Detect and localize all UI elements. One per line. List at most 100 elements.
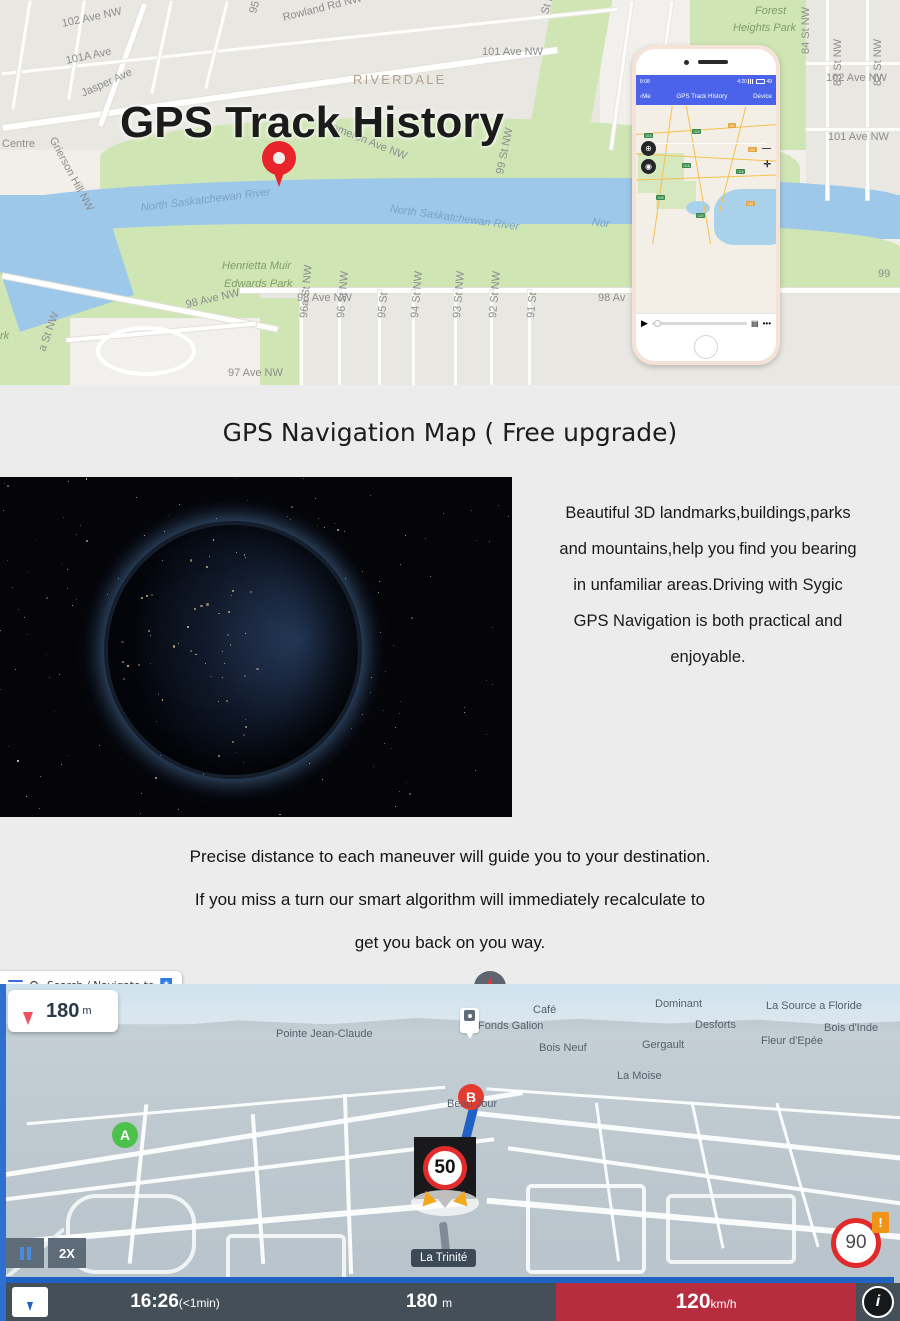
warning-exclamation-icon: ! (872, 1212, 889, 1233)
map-label: rk (0, 330, 10, 342)
status-secondary-time: 4:20 (737, 78, 747, 85)
speed-warning-sign: 90 ! (831, 1212, 889, 1268)
phone-map-view[interactable]: G15 G25 S11 S22 G18 G16 G45 S33 G20 ⊕ ◉ … (636, 105, 776, 313)
play-icon[interactable]: ▶ (641, 318, 648, 329)
nav-map-label: Fleur d'Epée (761, 1035, 824, 1047)
pause-icon[interactable] (6, 1238, 44, 1268)
battery-percent: 49 (766, 78, 772, 85)
map-label: Henrietta Muir (222, 260, 292, 272)
phone-device-button[interactable]: Device (753, 93, 772, 100)
calendar-icon[interactable]: ▤ (751, 319, 759, 328)
page-title: GPS Track History (120, 98, 504, 147)
nav-map-label: Bois Neuf (539, 1042, 587, 1054)
map-label: 101 Ave NW (828, 131, 889, 143)
phone-back-button[interactable]: ‹Me (640, 93, 651, 100)
signal-bars-icon (748, 79, 755, 84)
distance-value: 180 (46, 999, 80, 1022)
nav-map-label: Desforts (695, 1019, 736, 1031)
status-time: 8:08 (640, 78, 650, 85)
map-label: 82 St NW (872, 38, 884, 86)
playback-controls: 2X (6, 1238, 86, 1268)
phone-nav-title: GPS Track History (676, 93, 728, 100)
desc-line-5: enjoyable. (670, 648, 746, 666)
nav-map-label: Beau Jour (447, 1098, 498, 1110)
map-label: RIVERDALE (353, 72, 447, 87)
nav-map-label: Café (533, 1004, 557, 1016)
minus-icon[interactable]: — (762, 143, 771, 153)
map-label: Nor (591, 216, 611, 231)
map-label: 98 Av (598, 292, 626, 304)
mid-line-1: Precise distance to each maneuver will g… (189, 847, 711, 866)
map-label: 83 St NW (832, 38, 844, 86)
destination-pin-icon (18, 998, 38, 1025)
map-label: Forest (755, 5, 787, 17)
map-label: 91 St (525, 291, 540, 319)
map-label: Heights Park (733, 22, 796, 34)
map-label: 95 St (376, 291, 391, 319)
nav-map-label: Pointe Jean-Claude (276, 1028, 373, 1040)
map-label: 84 St NW (800, 6, 812, 54)
earth-atmosphere-glow (104, 521, 362, 779)
marker-start-a[interactable]: A (112, 1122, 138, 1156)
landing-page: 102 Ave NW 101A Ave Jasper Ave Grierson Hil… (0, 0, 900, 1321)
desc-line-1: Beautiful 3D landmarks,buildings,parks (565, 504, 851, 522)
speaker-grille (698, 60, 728, 64)
vehicle-position-indicator (411, 1188, 479, 1222)
navigation-status-bar: 16:26(<1min) 180 m 120 km/h i (6, 1283, 900, 1321)
mid-line-2: If you miss a turn our smart algorithm w… (194, 890, 706, 909)
nav-map-label: La Moise (617, 1070, 662, 1082)
remaining-distance-value: 180 (405, 1291, 438, 1312)
playback-speed-button[interactable]: 2X (48, 1238, 86, 1268)
current-speed-cell: 120 km/h (556, 1283, 856, 1321)
globe-section: North Atlantic Ocean Search / Navigate t… (0, 477, 900, 1299)
nav-map-label: La Source a Floride (766, 1000, 862, 1012)
phone-status-bar: 8:08 4:20 49 (636, 75, 776, 88)
home-button[interactable] (694, 335, 718, 359)
desc-line-3: in unfamiliar areas.Driving with Sygic (573, 576, 843, 594)
mid-line-3: get you back on you way. (354, 933, 546, 952)
map-label: 101 Ave NW (482, 46, 543, 58)
info-icon[interactable]: i (862, 1286, 894, 1318)
section-heading: GPS Navigation Map ( Free upgrade) (0, 385, 900, 477)
plus-icon[interactable]: ✛ (763, 159, 771, 170)
middle-paragraph: Precise distance to each maneuver will g… (0, 817, 900, 984)
crosshair-icon[interactable]: ⊕ (641, 141, 656, 156)
location-pin-icon (262, 141, 296, 187)
map-label: 99 (878, 268, 891, 280)
globe-map-screenshot (0, 477, 512, 817)
playback-slider[interactable] (651, 319, 748, 327)
nav-map-label: Gergault (642, 1039, 685, 1051)
phone-playback-bar: ▶ ▤ ••• (636, 313, 776, 333)
phone-home-area (636, 333, 776, 361)
eta-remaining: (<1min) (178, 1296, 220, 1310)
distance-badge: 180 m (8, 990, 118, 1032)
battery-icon (755, 79, 765, 84)
nav-map-label: Bois d'Inde (824, 1022, 879, 1034)
eta-value: 16:26 (130, 1291, 179, 1312)
marker-a-label: A (112, 1122, 138, 1148)
hero-map-banner: 102 Ave NW 101A Ave Jasper Ave Grierson Hil… (0, 0, 900, 385)
nav-map-label: Dominant (655, 998, 703, 1010)
waypoint-pin-icon[interactable] (12, 1287, 48, 1317)
distance-unit: m (82, 1005, 92, 1017)
phone-nav-bar: ‹Me GPS Track History Device (636, 88, 776, 105)
phone-earpiece (636, 49, 776, 75)
current-speed-unit: km/h (710, 1297, 737, 1311)
eta-cell: 16:26(<1min) (48, 1291, 302, 1313)
current-speed-value: 120 (675, 1290, 711, 1313)
current-street-label: La Trinité (411, 1249, 477, 1267)
map-label: Centre (2, 138, 36, 150)
layers-icon[interactable]: ◉ (641, 159, 656, 174)
remaining-distance-unit: m (442, 1296, 453, 1310)
poi-marker-icon[interactable] (460, 1008, 479, 1039)
front-camera-icon (684, 59, 689, 65)
remaining-distance-cell: 180 m (302, 1291, 556, 1313)
map-label: 97 Ave NW (228, 367, 283, 379)
speed-limit-value: 50 (423, 1146, 467, 1190)
desc-line-2: and mountains,help you find you bearing (559, 540, 857, 558)
desc-line-4: GPS Navigation is both practical and (573, 612, 843, 630)
more-icon[interactable]: ••• (763, 319, 771, 328)
phone-mockup: 8:08 4:20 49 ‹Me GPS Track History Devic… (632, 45, 780, 365)
globe-description: Beautiful 3D landmarks,buildings,parks a… (516, 495, 900, 675)
nav-map-label: Fonds Galion (478, 1020, 544, 1032)
